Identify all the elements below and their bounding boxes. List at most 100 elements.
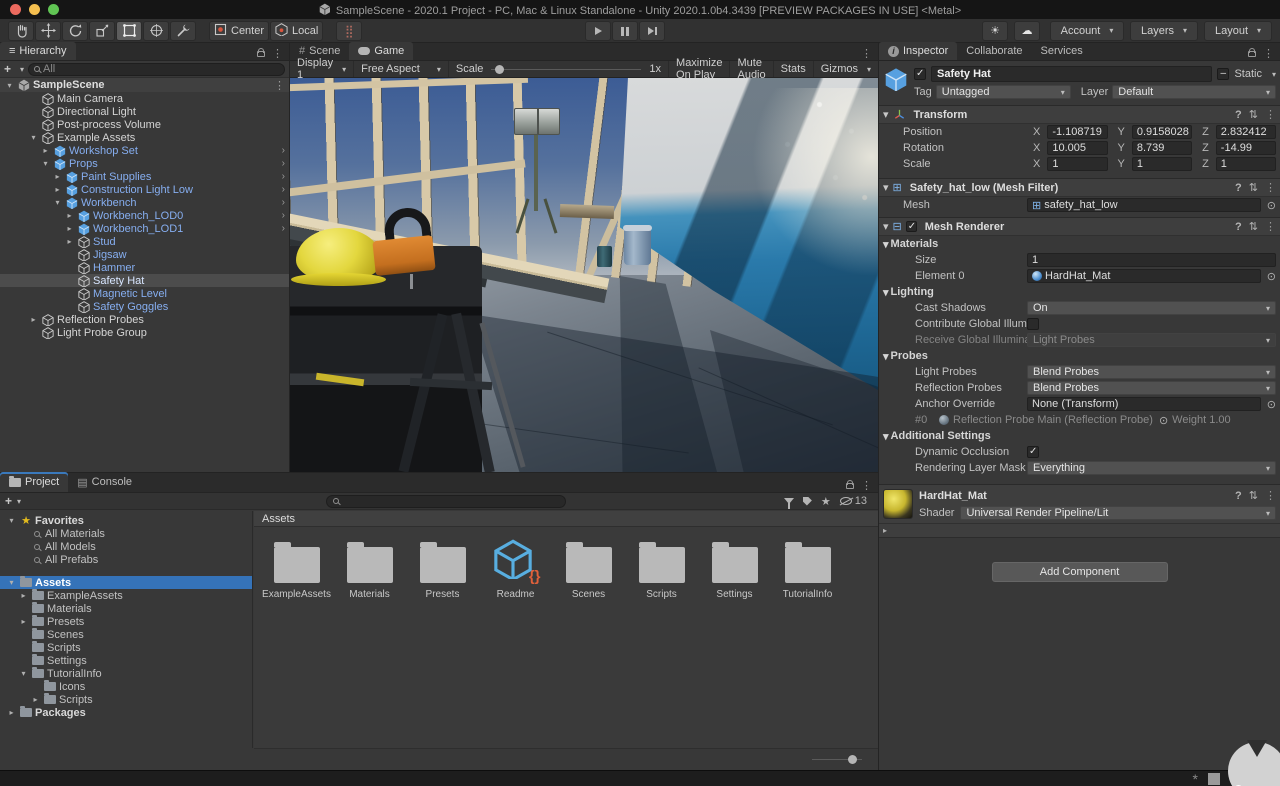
scale-x-field[interactable]: 1 [1047, 157, 1107, 171]
kebab-menu-icon[interactable]: ⋮ [1265, 220, 1276, 233]
chevron-down-icon[interactable]: ▾ [20, 65, 24, 74]
minimize-window-button[interactable] [29, 4, 40, 15]
prefab-open-chevron-icon[interactable]: › [282, 171, 285, 182]
create-asset-button[interactable]: + [5, 494, 12, 508]
kebab-menu-icon[interactable]: ⋮ [861, 479, 872, 492]
light-probes-dropdown[interactable]: Blend Probes▾ [1027, 365, 1276, 379]
object-picker-icon[interactable]: ⊙ [1267, 199, 1276, 212]
display-dropdown[interactable]: Display 1 ▾ [290, 61, 354, 77]
rotation-y-field[interactable]: 8.739 [1132, 141, 1192, 155]
static-checkbox[interactable] [1217, 68, 1229, 80]
position-y-field[interactable]: 0.9158028 [1132, 125, 1192, 139]
gameobject-cube-icon[interactable] [883, 66, 909, 92]
probes-foldout[interactable]: ▾Probes [879, 348, 1280, 364]
rendering-layer-mask-dropdown[interactable]: Everything▾ [1027, 461, 1276, 475]
kebab-menu-icon[interactable]: ⋮ [861, 47, 872, 60]
foldout-closed-icon[interactable]: ▸ [28, 315, 39, 324]
project-tree-item[interactable]: ▾★Favorites [0, 514, 252, 527]
foldout-open-icon[interactable]: ▾ [883, 108, 889, 121]
foldout-closed-icon[interactable]: ▸ [30, 695, 41, 704]
scale-y-field[interactable]: 1 [1132, 157, 1192, 171]
cloud-collab-button[interactable]: ☁ [1014, 21, 1040, 41]
hierarchy-item[interactable]: Jigsaw [0, 248, 289, 261]
object-picker-icon[interactable]: ⊙ [1267, 270, 1276, 283]
kebab-menu-icon[interactable]: ⋮ [1265, 108, 1276, 121]
scale-z-field[interactable]: 1 [1216, 157, 1276, 171]
project-tree-item[interactable]: ▾TutorialInfo [0, 667, 252, 680]
project-tree-item[interactable]: Settings [0, 654, 252, 667]
layer-dropdown[interactable]: Default▾ [1112, 85, 1276, 99]
hierarchy-item[interactable]: Hammer [0, 261, 289, 274]
tab-game[interactable]: Game [349, 42, 413, 60]
material-header[interactable]: HardHat_Mat ?⇅⋮ Shader Universal Render … [879, 484, 1280, 524]
presets-icon[interactable]: ⇅ [1249, 181, 1258, 194]
project-tree-item[interactable]: All Prefabs [0, 553, 252, 566]
presets-icon[interactable]: ⇅ [1249, 108, 1258, 121]
project-tree-item[interactable]: ▸Presets [0, 615, 252, 628]
tab-console[interactable]: ▤ Console [68, 472, 141, 492]
prefab-open-chevron-icon[interactable]: › [282, 197, 285, 208]
hierarchy-item[interactable]: Safety Goggles [0, 300, 289, 313]
foldout-open-icon[interactable]: ▾ [18, 669, 29, 678]
hierarchy-item[interactable]: ▾Props› [0, 157, 289, 170]
foldout-open-icon[interactable]: ▾ [52, 198, 63, 207]
scale-slider[interactable] [491, 69, 641, 70]
foldout-open-icon[interactable]: ▾ [6, 516, 17, 525]
material-object-field[interactable]: HardHat_Mat [1027, 269, 1261, 283]
game-viewport[interactable] [290, 78, 878, 472]
asset-item[interactable]: ExampleAssets [260, 539, 333, 600]
project-tree-item[interactable]: ▾Assets [0, 576, 252, 589]
maximize-window-button[interactable] [48, 4, 59, 15]
foldout-open-icon[interactable]: ▾ [40, 159, 51, 168]
rotate-tool-button[interactable] [62, 21, 88, 41]
hierarchy-item[interactable]: ▾Example Assets [0, 131, 289, 144]
foldout-closed-icon[interactable]: ▸ [64, 237, 75, 246]
aspect-dropdown[interactable]: Free Aspect ▾ [354, 61, 449, 77]
hierarchy-item[interactable]: ▸Paint Supplies› [0, 170, 289, 183]
project-tree-item[interactable]: Scripts [0, 641, 252, 654]
foldout-closed-icon[interactable]: ▸ [52, 185, 63, 194]
foldout-closed-icon[interactable]: ▸ [6, 708, 17, 717]
search-by-label-icon[interactable] [803, 497, 812, 506]
maximize-on-play-toggle[interactable]: Maximize On Play [668, 61, 729, 77]
tab-hierarchy[interactable]: ≡ Hierarchy [0, 42, 76, 60]
foldout-closed-icon[interactable]: ▸ [52, 172, 63, 181]
foldout-closed-icon[interactable]: ▸ [18, 617, 29, 626]
asset-item[interactable]: Scripts [625, 539, 698, 600]
presets-icon[interactable]: ⇅ [1249, 220, 1258, 233]
kebab-menu-icon[interactable]: ⋮ [272, 47, 283, 60]
additional-settings-foldout[interactable]: ▾Additional Settings [879, 428, 1280, 444]
hierarchy-item[interactable]: ▸Stud [0, 235, 289, 248]
kebab-menu-icon[interactable]: ⋮ [274, 79, 285, 92]
project-tree-item[interactable]: All Models [0, 540, 252, 553]
prefab-open-chevron-icon[interactable]: › [282, 210, 285, 221]
project-tree-item[interactable]: All Materials [0, 527, 252, 540]
hierarchy-search-input[interactable]: All [28, 63, 285, 76]
pivot-toggle-button[interactable]: Center [209, 21, 269, 41]
scale-tool-button[interactable] [89, 21, 115, 41]
dynamic-occlusion-checkbox[interactable] [1027, 446, 1039, 458]
materials-size-field[interactable]: 1 [1027, 253, 1276, 267]
foldout-open-icon[interactable]: ▾ [883, 181, 889, 194]
project-tree-item[interactable]: Scenes [0, 628, 252, 641]
icon-size-slider[interactable] [812, 759, 862, 760]
create-object-button[interactable]: + [4, 62, 11, 76]
foldout-open-icon[interactable]: ▾ [6, 578, 17, 587]
mesh-object-field[interactable]: ⊞ safety_hat_low [1027, 198, 1261, 212]
position-z-field[interactable]: 2.832412 [1216, 125, 1276, 139]
object-picker-icon[interactable]: ⊙ [1267, 398, 1276, 411]
hierarchy-item[interactable]: ▸Construction Light Low› [0, 183, 289, 196]
shader-dropdown[interactable]: Universal Render Pipeline/Lit▾ [960, 506, 1276, 520]
asset-item[interactable]: {}Readme [479, 539, 552, 600]
project-tree-item[interactable]: ▸ExampleAssets [0, 589, 252, 602]
help-icon[interactable]: ? [1235, 490, 1242, 502]
active-checkbox[interactable] [914, 68, 926, 80]
anchor-override-field[interactable]: None (Transform) [1027, 397, 1261, 411]
gameobject-name-field[interactable]: Safety Hat [931, 66, 1212, 82]
step-button[interactable] [639, 21, 665, 41]
tab-collaborate[interactable]: Collaborate [957, 42, 1031, 60]
presets-icon[interactable]: ⇅ [1249, 489, 1258, 502]
project-search-input[interactable] [326, 495, 566, 508]
tag-dropdown[interactable]: Untagged▾ [936, 85, 1071, 99]
project-tree-item[interactable]: Materials [0, 602, 252, 615]
